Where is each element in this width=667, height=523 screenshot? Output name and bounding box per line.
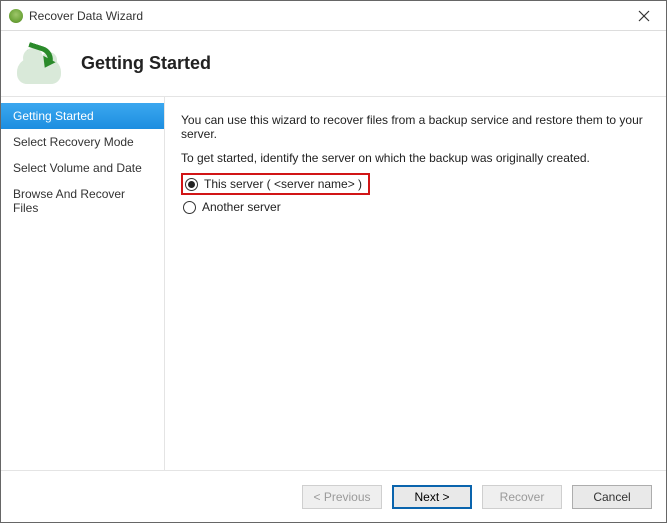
option-another-server[interactable]: Another server [181, 197, 650, 217]
option-this-server[interactable]: This server ( <server name> ) [181, 173, 370, 195]
option-label: Another server [202, 200, 281, 214]
content: You can use this wizard to recover files… [165, 97, 666, 470]
step-label: Getting Started [13, 109, 94, 123]
next-button[interactable]: Next > [392, 485, 472, 509]
body: Getting Started Select Recovery Mode Sel… [1, 97, 666, 470]
radio-icon [185, 178, 198, 191]
instruction-text: To get started, identify the server on w… [181, 151, 650, 165]
close-button[interactable] [622, 1, 666, 31]
recover-button[interactable]: Recover [482, 485, 562, 509]
cancel-button[interactable]: Cancel [572, 485, 652, 509]
page-title: Getting Started [81, 53, 211, 74]
wizard-window: Recover Data Wizard Getting Started Gett… [0, 0, 667, 523]
step-label: Select Recovery Mode [13, 135, 134, 149]
step-getting-started[interactable]: Getting Started [1, 103, 164, 129]
cloud-recover-icon [17, 44, 65, 84]
window-title: Recover Data Wizard [29, 9, 143, 23]
step-browse-recover[interactable]: Browse And Recover Files [1, 181, 164, 221]
intro-text: You can use this wizard to recover files… [181, 113, 650, 141]
close-icon [638, 10, 650, 22]
app-icon [9, 9, 23, 23]
option-label: This server ( <server name> ) [204, 177, 362, 191]
radio-icon [183, 201, 196, 214]
footer: < Previous Next > Recover Cancel [1, 470, 666, 522]
step-label: Select Volume and Date [13, 161, 142, 175]
step-select-volume-date[interactable]: Select Volume and Date [1, 155, 164, 181]
header: Getting Started [1, 31, 666, 97]
step-select-recovery-mode[interactable]: Select Recovery Mode [1, 129, 164, 155]
previous-button[interactable]: < Previous [302, 485, 382, 509]
titlebar-left: Recover Data Wizard [9, 9, 143, 23]
step-label: Browse And Recover Files [13, 187, 125, 215]
sidebar: Getting Started Select Recovery Mode Sel… [1, 97, 165, 470]
titlebar: Recover Data Wizard [1, 1, 666, 31]
